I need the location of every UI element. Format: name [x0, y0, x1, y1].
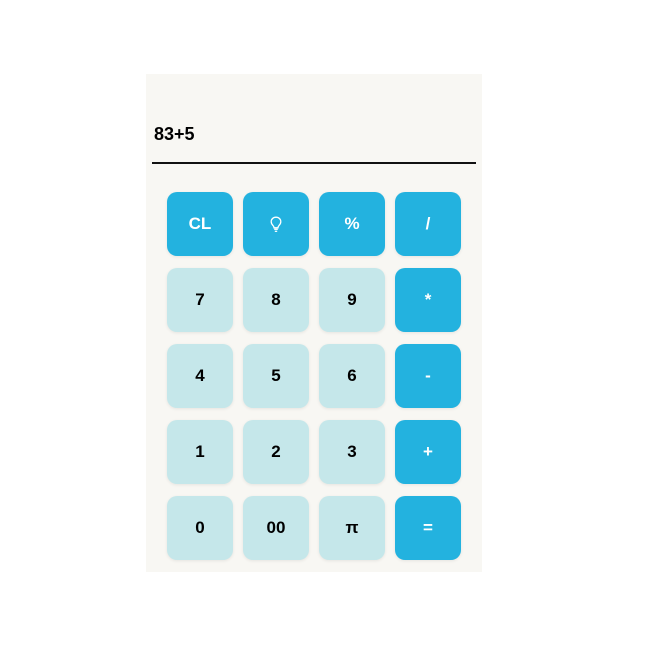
- digit-3-button[interactable]: 3: [319, 420, 385, 484]
- theme-toggle-button[interactable]: [243, 192, 309, 256]
- digit-0-button[interactable]: 0: [167, 496, 233, 560]
- digit-2-button[interactable]: 2: [243, 420, 309, 484]
- display-expression: 83+5: [154, 124, 195, 144]
- clear-button[interactable]: CL: [167, 192, 233, 256]
- digit-1-button[interactable]: 1: [167, 420, 233, 484]
- double-zero-button[interactable]: 00: [243, 496, 309, 560]
- digit-9-button[interactable]: 9: [319, 268, 385, 332]
- display: 83+5: [152, 74, 476, 164]
- percent-button[interactable]: %: [319, 192, 385, 256]
- divide-button[interactable]: /: [395, 192, 461, 256]
- digit-6-button[interactable]: 6: [319, 344, 385, 408]
- digit-4-button[interactable]: 4: [167, 344, 233, 408]
- lightbulb-icon: [270, 216, 282, 233]
- equals-button[interactable]: =: [395, 496, 461, 560]
- digit-5-button[interactable]: 5: [243, 344, 309, 408]
- add-button[interactable]: +: [395, 420, 461, 484]
- calculator: 83+5 CL % / 7 8 9 * 4 5 6 - 1 2 3 + 0 00…: [146, 74, 482, 572]
- multiply-button[interactable]: *: [395, 268, 461, 332]
- pi-button[interactable]: π: [319, 496, 385, 560]
- subtract-button[interactable]: -: [395, 344, 461, 408]
- keypad: CL % / 7 8 9 * 4 5 6 - 1 2 3 + 0 00 π =: [167, 192, 461, 560]
- digit-7-button[interactable]: 7: [167, 268, 233, 332]
- digit-8-button[interactable]: 8: [243, 268, 309, 332]
